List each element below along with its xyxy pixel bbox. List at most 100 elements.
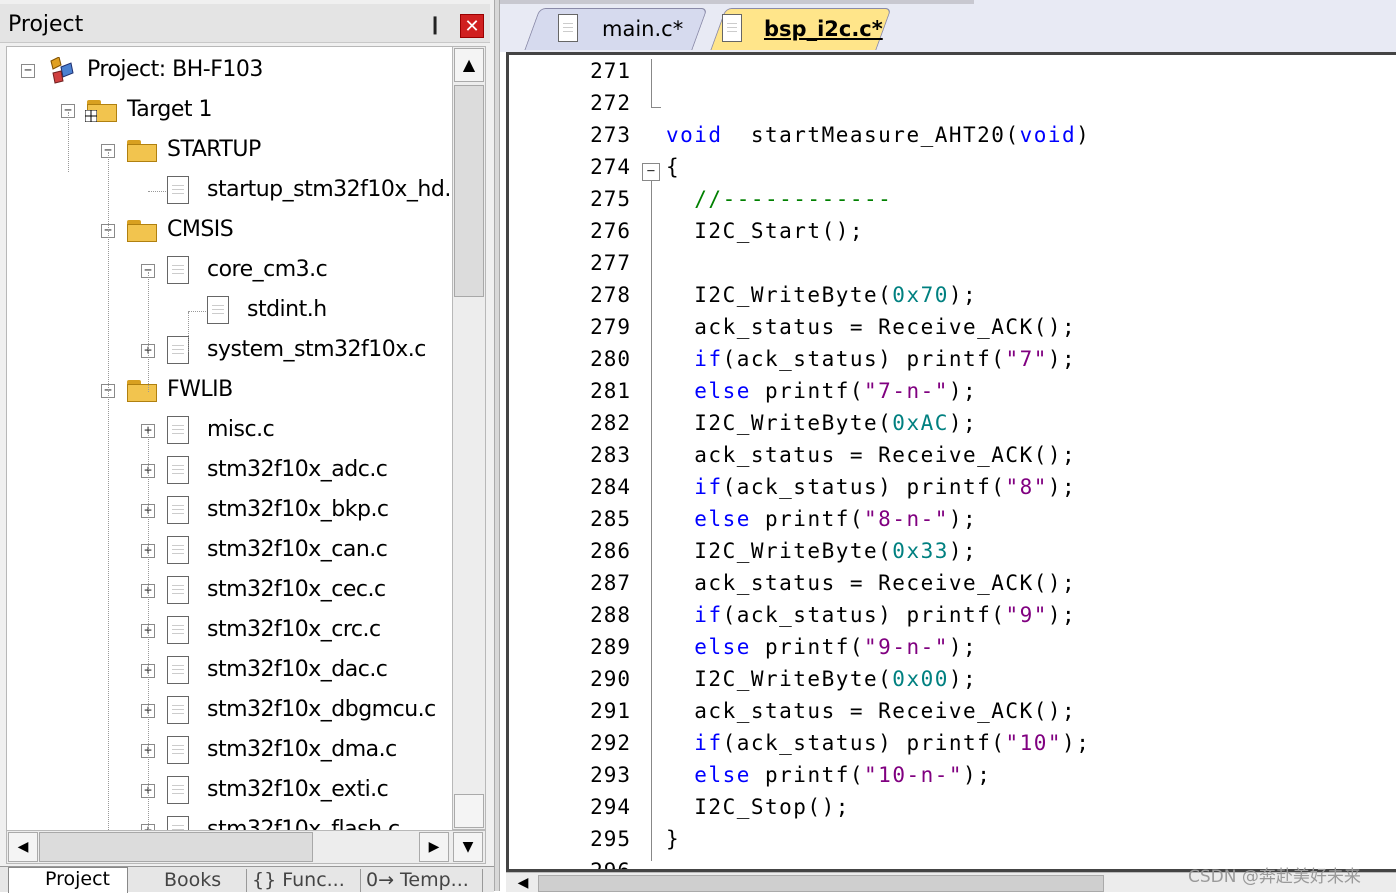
file-icon: [167, 496, 189, 524]
line-number: 283: [590, 443, 631, 467]
tree-item[interactable]: − Project: BH-F103: [7, 53, 457, 89]
tree-item[interactable]: + stm32f10x_bkp.c: [7, 493, 457, 529]
tree-item[interactable]: + stm32f10x_cec.c: [7, 573, 457, 609]
code-line[interactable]: void startMeasure_AHT20(void): [666, 123, 1090, 147]
code-token: }: [666, 827, 681, 851]
keyword-token: void: [1019, 123, 1077, 147]
scroll-left-arrow-icon[interactable]: ◀: [512, 875, 534, 892]
code-line[interactable]: I2C_WriteByte(0x33);: [666, 539, 977, 563]
code-line[interactable]: {: [666, 155, 680, 179]
scroll-down-arrow-icon[interactable]: ▼: [453, 832, 483, 862]
line-number: 291: [590, 699, 631, 723]
line-number: 272: [590, 91, 631, 115]
tree-item[interactable]: − Target 1: [7, 93, 457, 129]
line-number: 276: [590, 219, 631, 243]
line-number: 275: [590, 187, 631, 211]
collapse-minus-icon[interactable]: −: [21, 64, 35, 78]
tree-item[interactable]: + stm32f10x_can.c: [7, 533, 457, 569]
file-icon: [167, 536, 189, 564]
fold-collapse-icon[interactable]: −: [642, 163, 660, 181]
tree-horizontal-scrollbar[interactable]: ◀ ▶ ▼: [6, 830, 486, 864]
code-line[interactable]: I2C_WriteByte(0xAC);: [666, 411, 977, 435]
project-panel: Project ❙ ✕ − Project: BH-F103 − Target 1 − S…: [0, 0, 494, 893]
tree-item[interactable]: − core_cm3.c: [7, 253, 457, 289]
tree-item-label: stm32f10x_can.c: [207, 537, 388, 562]
tree-item[interactable]: + misc.c: [7, 413, 457, 449]
scroll-right-arrow-icon[interactable]: ▶: [419, 832, 449, 862]
tab-templates[interactable]: 0→ Temp...: [360, 869, 483, 892]
watermark: CSDN @奔赴美好未来: [1188, 867, 1361, 887]
tree-item[interactable]: + stm32f10x_dac.c: [7, 653, 457, 689]
tab-project[interactable]: Project: [8, 867, 128, 893]
tree-item[interactable]: stdint.h: [7, 293, 457, 329]
code-line[interactable]: if(ack_status) printf("7");: [666, 347, 1076, 371]
scroll-thumb[interactable]: [454, 85, 484, 297]
editor-tab-bar: main.c* bsp_i2c.c*: [500, 0, 1396, 52]
code-line[interactable]: ack_status = Receive_ACK();: [666, 699, 1076, 723]
code-line[interactable]: //------------: [666, 187, 892, 211]
tree-item[interactable]: startup_stm32f10x_hd.s: [7, 173, 457, 209]
tab-books[interactable]: Books: [124, 869, 247, 892]
code-line[interactable]: else printf("9-n-");: [666, 635, 977, 659]
code-line[interactable]: I2C_Stop();: [666, 795, 850, 819]
code-line[interactable]: else printf("8-n-");: [666, 507, 977, 531]
tree-item[interactable]: + stm32f10x_adc.c: [7, 453, 457, 489]
code-line[interactable]: else printf("7-n-");: [666, 379, 977, 403]
tree-item-label: stdint.h: [247, 297, 327, 322]
tree-item-label: stm32f10x_cec.c: [207, 577, 386, 602]
code-line[interactable]: I2C_Start();: [666, 219, 864, 243]
code-line[interactable]: ack_status = Receive_ACK();: [666, 443, 1076, 467]
tree-item[interactable]: + stm32f10x_crc.c: [7, 613, 457, 649]
pin-icon[interactable]: ❙: [424, 14, 446, 36]
code-token: printf(: [750, 635, 865, 659]
code-line[interactable]: I2C_WriteByte(0x00);: [666, 667, 977, 691]
editor-scroll-thumb[interactable]: [538, 875, 1104, 892]
number-token: 0x70: [892, 283, 949, 307]
keyword-token: void: [666, 123, 723, 147]
tree-vertical-scrollbar[interactable]: ▲: [452, 46, 486, 830]
tree-item-label: startup_stm32f10x_hd.s: [207, 177, 458, 202]
code-line[interactable]: if(ack_status) printf("8");: [666, 475, 1076, 499]
string-token: "10": [1005, 731, 1063, 755]
tree-item[interactable]: + stm32f10x_dma.c: [7, 733, 457, 769]
panel-splitter[interactable]: [494, 0, 500, 891]
code-editor[interactable]: 271 272 273 274 275 276 277 278 279 280 281 282 283 2…: [506, 52, 1396, 872]
tree-item[interactable]: − CMSIS: [7, 213, 457, 249]
horizontal-scroll-thumb[interactable]: [39, 832, 313, 862]
code-token: startMeasure_AHT20(: [722, 123, 1020, 147]
tree-item[interactable]: + stm32f10x_exti.c: [7, 773, 457, 809]
number-token: 0x00: [892, 667, 949, 691]
code-token: ack_status = Receive_ACK();: [666, 443, 1077, 467]
tree-item[interactable]: − FWLIB: [7, 373, 457, 409]
string-token: "8": [1005, 475, 1048, 499]
close-icon[interactable]: ✕: [460, 14, 484, 38]
code-line[interactable]: ack_status = Receive_ACK();: [666, 571, 1076, 595]
code-line[interactable]: if(ack_status) printf("10");: [666, 731, 1090, 755]
line-number: 289: [590, 635, 631, 659]
scroll-left-arrow-icon[interactable]: ◀: [8, 832, 38, 862]
tree-item[interactable]: + stm32f10x_dbgmcu.c: [7, 693, 457, 729]
tree-guide-line: [148, 432, 149, 831]
tab-project-label: Project: [45, 868, 111, 890]
scroll-up-arrow-icon[interactable]: ▲: [454, 48, 484, 82]
file-icon: [722, 14, 742, 42]
code-line[interactable]: I2C_WriteByte(0x70);: [666, 283, 977, 307]
code-line[interactable]: if(ack_status) printf("9");: [666, 603, 1076, 627]
code-token: );: [948, 411, 978, 435]
project-panel-header: Project ❙ ✕: [0, 4, 490, 43]
tree-item[interactable]: + system_stm32f10x.c: [7, 333, 457, 369]
code-line[interactable]: }: [666, 827, 680, 851]
code-line[interactable]: ack_status = Receive_ACK();: [666, 315, 1076, 339]
tree-item[interactable]: − STARTUP: [7, 133, 457, 169]
code-token: );: [948, 635, 978, 659]
tab-functions[interactable]: {} Func...: [246, 869, 361, 892]
tab-main-c[interactable]: main.c*: [514, 8, 708, 50]
keyword-token: if: [694, 731, 723, 755]
file-icon: [167, 736, 189, 764]
tab-bsp-i2c-c[interactable]: bsp_i2c.c*: [702, 8, 892, 50]
string-token: "10-n-": [864, 763, 964, 787]
code-line[interactable]: else printf("10-n-");: [666, 763, 991, 787]
